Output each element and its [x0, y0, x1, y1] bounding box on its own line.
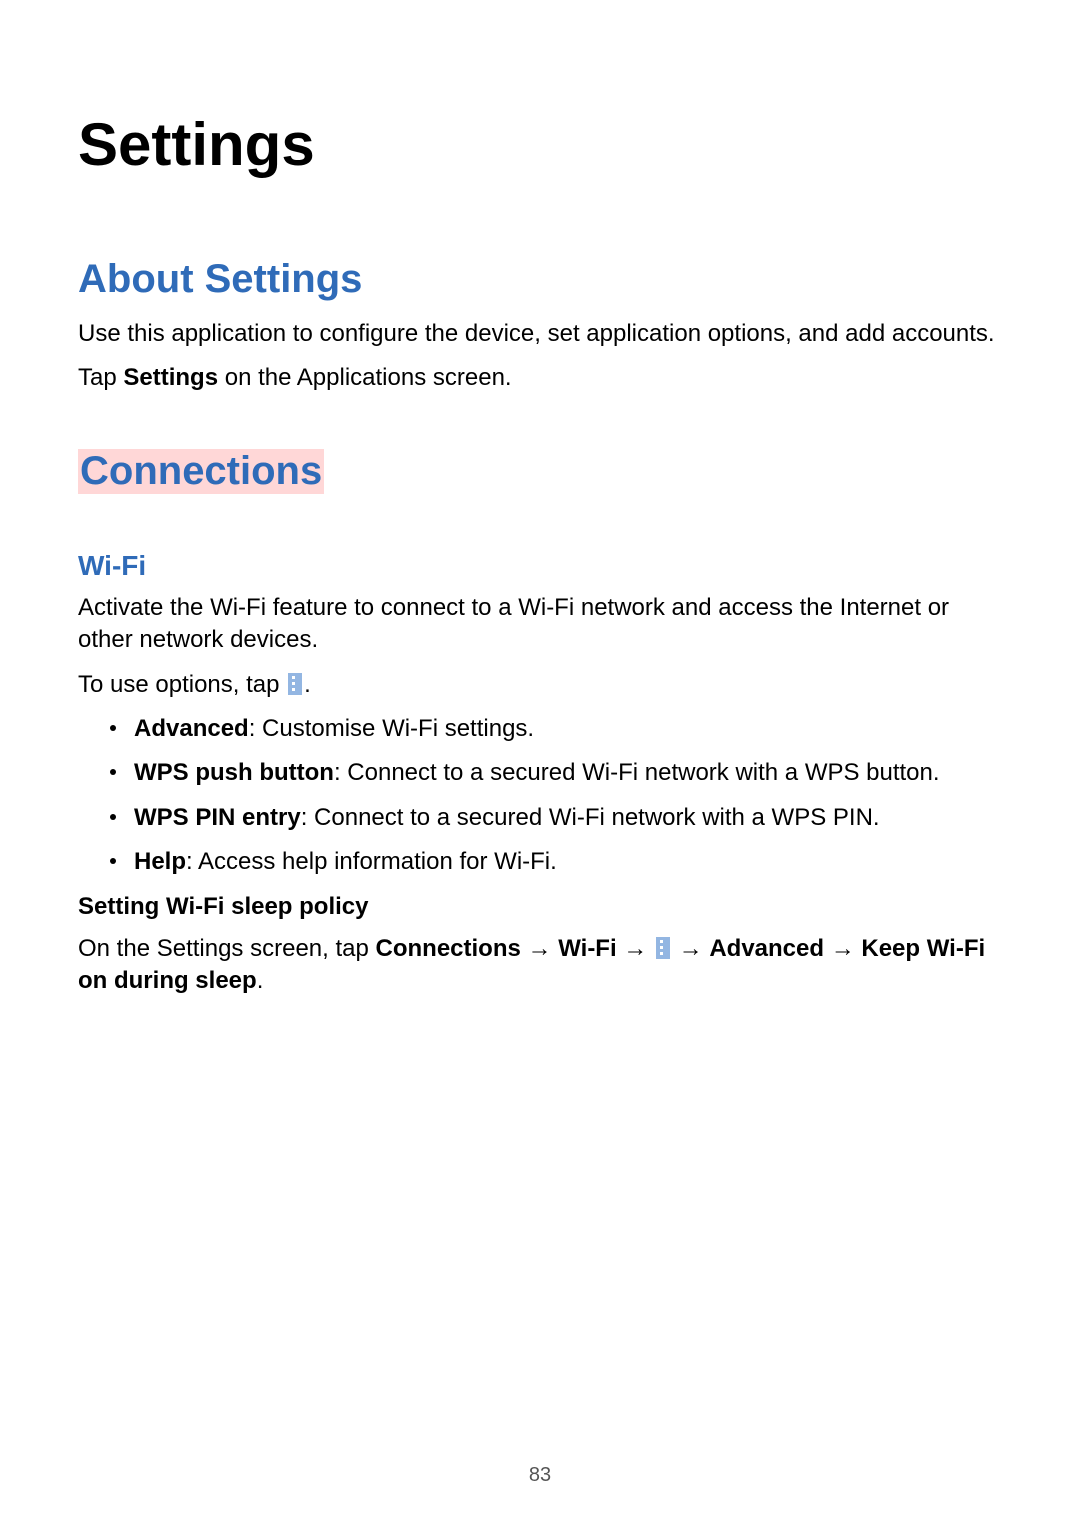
- arrow-icon: →: [824, 935, 861, 962]
- about-paragraph-2: Tap Settings on the Applications screen.: [78, 362, 1002, 394]
- list-item: Help: Access help information for Wi-Fi.: [106, 846, 1002, 878]
- bullet-bold: Advanced: [134, 715, 249, 742]
- bullet-bold: WPS PIN entry: [134, 804, 301, 831]
- overflow-menu-icon: [288, 673, 302, 695]
- wifi-options-list: Advanced: Customise Wi-Fi settings. WPS …: [106, 713, 1002, 879]
- bullet-text: : Connect to a secured Wi-Fi network wit…: [301, 804, 880, 831]
- overflow-menu-icon: [656, 937, 670, 959]
- bullet-bold: Help: [134, 848, 186, 875]
- wifi-options-suffix: .: [304, 671, 311, 698]
- sp-path2: Wi-Fi: [558, 935, 616, 962]
- about-settings-heading: About Settings: [78, 257, 1002, 302]
- bullet-text: : Access help information for Wi-Fi.: [186, 848, 557, 875]
- page-number: 83: [0, 1464, 1080, 1487]
- bullet-text: : Connect to a secured Wi-Fi network wit…: [334, 759, 940, 786]
- bullet-text: : Customise Wi-Fi settings.: [249, 715, 534, 742]
- about-paragraph-1: Use this application to configure the de…: [78, 318, 1002, 350]
- sleep-policy-heading: Setting Wi-Fi sleep policy: [78, 893, 1002, 921]
- wifi-options-line: To use options, tap .: [78, 669, 1002, 701]
- page-title: Settings: [78, 110, 1002, 179]
- wifi-intro: Activate the Wi-Fi feature to connect to…: [78, 592, 1002, 657]
- list-item: WPS push button: Connect to a secured Wi…: [106, 757, 1002, 789]
- wifi-subsection: Wi-Fi Activate the Wi-Fi feature to conn…: [78, 550, 1002, 998]
- list-item: Advanced: Customise Wi-Fi settings.: [106, 713, 1002, 745]
- about-p2-bold: Settings: [123, 364, 218, 391]
- connections-heading: Connections: [78, 449, 324, 494]
- wifi-options-prefix: To use options, tap: [78, 671, 286, 698]
- bullet-bold: WPS push button: [134, 759, 334, 786]
- arrow-icon: →: [617, 935, 654, 962]
- connections-section: Connections Wi-Fi Activate the Wi-Fi fea…: [78, 449, 1002, 998]
- about-p2-suffix: on the Applications screen.: [218, 364, 512, 391]
- sp-path1: Connections: [376, 935, 521, 962]
- arrow-icon: →: [672, 935, 709, 962]
- sp-prefix: On the Settings screen, tap: [78, 935, 376, 962]
- arrow-icon: →: [521, 935, 558, 962]
- list-item: WPS PIN entry: Connect to a secured Wi-F…: [106, 802, 1002, 834]
- sp-suffix: .: [257, 967, 264, 994]
- sp-path3: Advanced: [709, 935, 824, 962]
- sleep-policy-text: On the Settings screen, tap Connections …: [78, 933, 1002, 998]
- about-p2-prefix: Tap: [78, 364, 123, 391]
- about-settings-section: About Settings Use this application to c…: [78, 257, 1002, 395]
- wifi-heading: Wi-Fi: [78, 550, 1002, 582]
